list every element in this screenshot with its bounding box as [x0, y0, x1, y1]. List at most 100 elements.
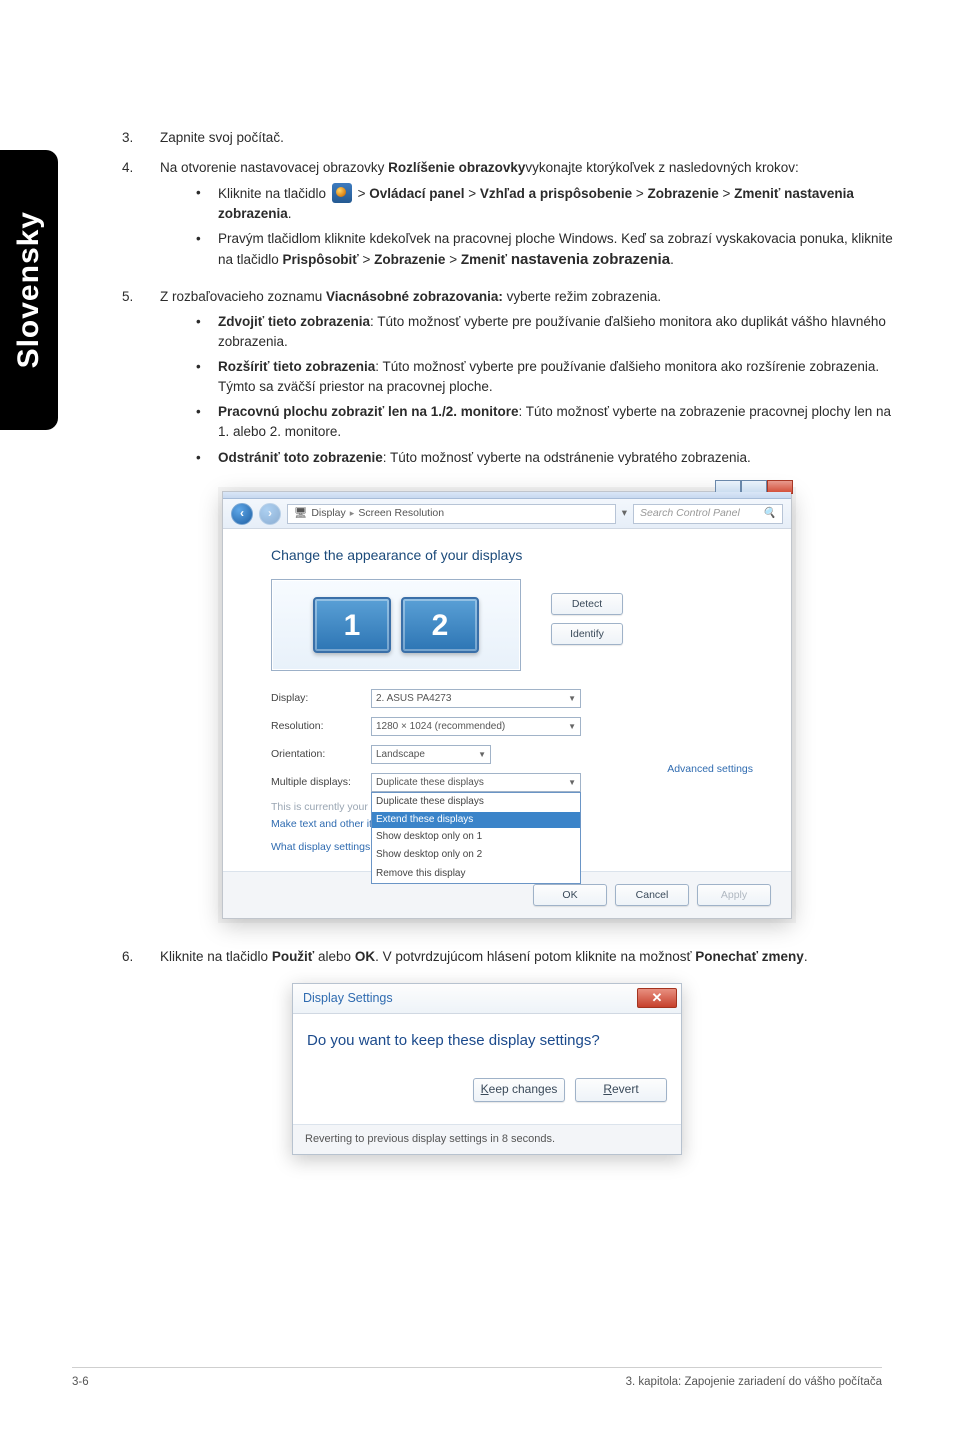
revert-button[interactable]: Revert	[575, 1078, 667, 1102]
sub-body: Zdvojiť tieto zobrazenia: Túto možnosť v…	[218, 312, 902, 351]
text-bold: Použiť	[272, 949, 314, 964]
address-bar[interactable]: 🖥 Display ▸ Screen Resolution	[287, 504, 616, 524]
label-orientation: Orientation:	[271, 747, 371, 762]
text: Kliknite na tlačidlo	[160, 949, 272, 964]
text-bold: nastavenia zobrazenia	[511, 251, 670, 268]
cancel-button[interactable]: Cancel	[615, 884, 689, 906]
search-icon: 🔍	[763, 506, 776, 521]
language-side-tab: Slovensky	[0, 150, 58, 430]
text: .	[804, 949, 808, 964]
monitor-2[interactable]: 2	[401, 597, 479, 653]
text-bold: Zobrazenie	[648, 186, 719, 201]
label-display: Display:	[271, 691, 371, 706]
monitor-1[interactable]: 1	[313, 597, 391, 653]
text-bold: Zdvojiť tieto zobrazenia	[218, 314, 370, 329]
back-button[interactable]: ‹	[231, 503, 253, 525]
bullet: •	[196, 229, 218, 270]
text-bold: Ovládací panel	[369, 186, 464, 201]
text-bold: Rozlíšenie obrazovky	[388, 160, 525, 175]
text: vykonajte ktorýkoľvek z nasledovných kro…	[525, 160, 798, 175]
text-bold: Pracovnú plochu zobraziť len na 1./2. mo…	[218, 404, 519, 419]
close-button[interactable]: ✕	[637, 988, 677, 1008]
step-body: Zapnite svoj počítač.	[160, 128, 902, 148]
chevron-right-icon: ▸	[350, 507, 355, 520]
window-body: Change the appearance of your displays 1…	[223, 529, 791, 918]
text: : Túto možnosť vyberte na odstránenie vy…	[383, 450, 751, 465]
resolution-combo[interactable]: 1280 × 1024 (recommended)▼	[371, 717, 581, 736]
text: .	[670, 252, 674, 267]
sub-body: Pravým tlačidlom kliknite kdekoľvek na p…	[218, 229, 902, 270]
text-bold: Prispôsobiť	[283, 252, 359, 267]
dialog-footer: Reverting to previous display settings i…	[293, 1124, 681, 1155]
chevron-down-icon: ▼	[568, 693, 576, 705]
step-body: Kliknite na tlačidlo Použiť alebo OK. V …	[160, 947, 902, 967]
identify-button[interactable]: Identify	[551, 623, 623, 645]
text: Z rozbaľovacieho zoznamu	[160, 289, 326, 304]
text-bold: Odstrániť toto zobrazenie	[218, 450, 383, 465]
combo-value: Duplicate these displays	[376, 776, 484, 791]
search-input[interactable]: Search Control Panel 🔍	[633, 504, 783, 524]
page-footer: 3-6 3. kapitola: Zapojenie zariadení do …	[72, 1367, 882, 1388]
start-icon	[332, 183, 352, 203]
combo-value: Landscape	[376, 748, 425, 763]
step-number: 5.	[122, 287, 160, 474]
dd-option[interactable]: Show desktop only on 1	[372, 828, 580, 847]
dialog-titlebar: Display Settings ✕	[293, 984, 681, 1014]
nav-bar: ‹ › 🖥 Display ▸ Screen Resolution ▾ Sear…	[223, 499, 791, 529]
text: Na otvorenie nastavovacej obrazovky	[160, 160, 388, 175]
dialog-title: Display Settings	[303, 989, 393, 1007]
bullet: •	[196, 357, 218, 396]
sub-body: Odstrániť toto zobrazenie: Túto možnosť …	[218, 448, 902, 468]
text: vyberte režim zobrazenia.	[503, 289, 661, 304]
page-number: 3-6	[72, 1376, 89, 1388]
bullet: •	[196, 448, 218, 468]
bullet: •	[196, 312, 218, 351]
heading: Change the appearance of your displays	[271, 545, 763, 565]
forward-button[interactable]: ›	[259, 503, 281, 525]
titlebar	[223, 492, 791, 499]
sub-body: Pracovnú plochu zobraziť len na 1./2. mo…	[218, 402, 902, 441]
display-preview[interactable]: 1 2	[271, 579, 521, 671]
text-bold: Ponechať zmeny	[695, 949, 804, 964]
chevron-down-icon: ▼	[568, 777, 576, 789]
dd-option[interactable]: Remove this display	[372, 865, 580, 884]
sub-body: Rozšíriť tieto zobrazenia: Túto možnosť …	[218, 357, 902, 396]
btn-rest: eep changes	[489, 1081, 558, 1098]
step-number: 4.	[122, 158, 160, 277]
keep-changes-button[interactable]: Keep changes	[473, 1078, 565, 1102]
dd-option[interactable]: Duplicate these displays	[372, 793, 580, 812]
text-bold: Viacnásobné zobrazovania:	[326, 289, 503, 304]
btn-rest: evert	[612, 1081, 639, 1098]
text: Kliknite na tlačidlo	[218, 186, 330, 201]
chapter-title: 3. kapitola: Zapojenie zariadení do vášh…	[626, 1376, 882, 1388]
dialog-question: Do you want to keep these display settin…	[307, 1030, 667, 1052]
language-label: Slovensky	[12, 211, 46, 368]
text: .	[288, 206, 292, 221]
breadcrumb-item: Screen Resolution	[358, 506, 444, 521]
chevron-down-icon: ▼	[478, 749, 486, 761]
search-placeholder: Search Control Panel	[640, 506, 740, 521]
combo-value: 2. ASUS PA4273	[376, 692, 451, 707]
multiple-combo-open[interactable]: Duplicate these displays▼ Duplicate thes…	[371, 773, 581, 792]
display-combo[interactable]: 2. ASUS PA4273 ▼	[371, 689, 581, 708]
monitor-icon: 🖥	[294, 506, 307, 521]
apply-button[interactable]: Apply	[697, 884, 771, 906]
dd-option[interactable]: Show desktop only on 2	[372, 846, 580, 865]
chevron-down-icon[interactable]: ▾	[622, 506, 627, 521]
step-body: Z rozbaľovacieho zoznamu Viacnásobné zob…	[160, 287, 902, 474]
combo-value: 1280 × 1024 (recommended)	[376, 720, 505, 735]
text-bold: Vzhľad a prispôsobenie	[480, 186, 632, 201]
dialog-body: Do you want to keep these display settin…	[293, 1014, 681, 1124]
text: . V potvrdzujúcom hlásení potom kliknite…	[375, 949, 695, 964]
text: alebo	[314, 949, 355, 964]
main-content: 3. Zapnite svoj počítač. 4. Na otvorenie…	[122, 128, 902, 1155]
ok-button[interactable]: OK	[533, 884, 607, 906]
label-resolution: Resolution:	[271, 719, 371, 734]
dd-option-selected[interactable]: Extend these displays	[372, 812, 580, 828]
screenshot-confirm-dialog: Display Settings ✕ Do you want to keep t…	[292, 983, 682, 1156]
bullet: •	[196, 402, 218, 441]
orientation-combo[interactable]: Landscape ▼	[371, 745, 491, 764]
detect-button[interactable]: Detect	[551, 593, 623, 615]
text-bold: Zmeniť	[461, 252, 507, 267]
text-bold: OK	[355, 949, 375, 964]
